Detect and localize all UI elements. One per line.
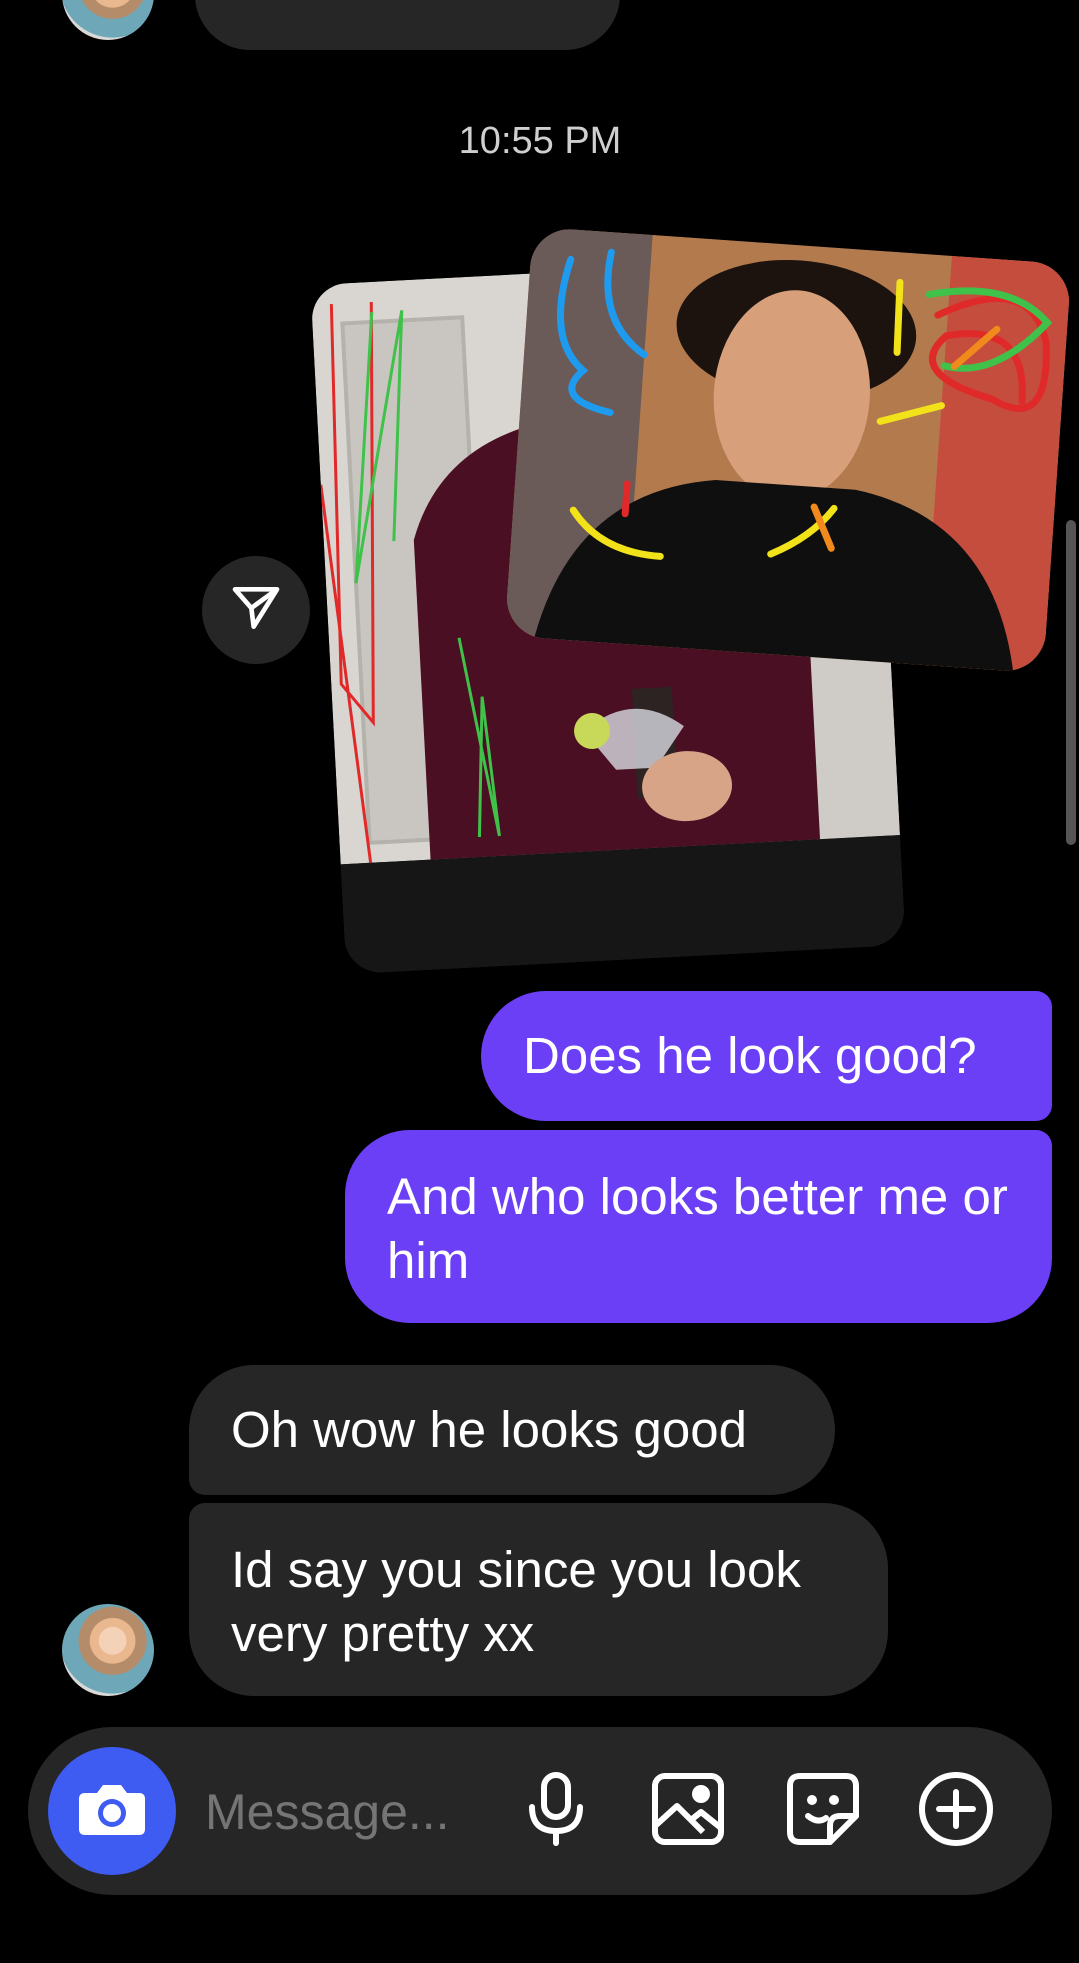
previous-message-bubble[interactable]	[195, 0, 620, 50]
contact-avatar[interactable]	[62, 1604, 154, 1696]
outgoing-message[interactable]: And who looks better me or him	[345, 1130, 1052, 1323]
gallery-icon	[651, 1772, 725, 1851]
scrollbar[interactable]	[1066, 520, 1076, 845]
message-input[interactable]	[203, 1777, 507, 1847]
message-timestamp: 10:55 PM	[458, 120, 622, 162]
message-composer	[28, 1727, 1052, 1895]
sticker-button[interactable]	[783, 1771, 863, 1851]
shared-media[interactable]	[310, 226, 1072, 980]
incoming-message[interactable]: Id say you since you look very pretty xx	[189, 1503, 888, 1696]
message-text: Id say you since you look very pretty xx	[231, 1541, 801, 1662]
camera-button[interactable]	[48, 1747, 176, 1875]
share-button[interactable]	[202, 556, 310, 664]
sticker-icon	[786, 1772, 860, 1851]
message-text: Does he look good?	[523, 1027, 977, 1084]
message-text: And who looks better me or him	[387, 1168, 1008, 1289]
media-front-card[interactable]	[504, 226, 1072, 674]
gallery-button[interactable]	[648, 1771, 728, 1851]
send-share-icon	[228, 580, 284, 641]
more-options-button[interactable]	[916, 1771, 996, 1851]
microphone-icon	[526, 1771, 586, 1852]
add-icon	[917, 1770, 995, 1853]
voice-message-button[interactable]	[516, 1771, 596, 1851]
photo-man-portrait	[504, 226, 1072, 674]
message-text: Oh wow he looks good	[231, 1401, 747, 1458]
camera-icon	[77, 1781, 147, 1842]
contact-avatar-top[interactable]	[62, 0, 154, 40]
incoming-message[interactable]: Oh wow he looks good	[189, 1365, 835, 1495]
outgoing-message[interactable]: Does he look good?	[481, 991, 1052, 1121]
